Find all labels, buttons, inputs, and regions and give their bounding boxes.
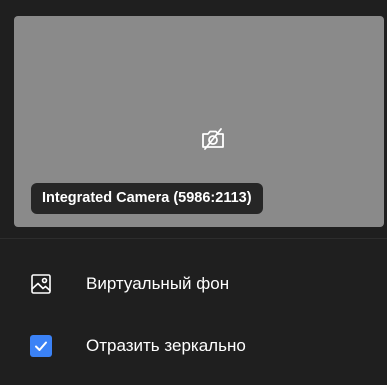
camera-preview: Integrated Camera (5986:2113): [14, 16, 384, 227]
image-icon: [30, 273, 52, 295]
checkmark-icon: [35, 341, 47, 351]
divider: [0, 238, 387, 239]
video-settings-panel: Integrated Camera (5986:2113) Виртуальны…: [0, 0, 387, 385]
virtual-background-option[interactable]: Виртуальный фон: [0, 256, 387, 312]
virtual-background-label: Виртуальный фон: [86, 274, 230, 293]
mirror-checkbox[interactable]: [30, 335, 52, 357]
mirror-video-option[interactable]: Отразить зеркально: [0, 318, 387, 374]
checkbox-checked[interactable]: [30, 335, 52, 357]
camera-off-icon: [198, 124, 228, 154]
mirror-video-label: Отразить зеркально: [86, 336, 246, 355]
camera-name-label: Integrated Camera (5986:2113): [31, 183, 263, 214]
